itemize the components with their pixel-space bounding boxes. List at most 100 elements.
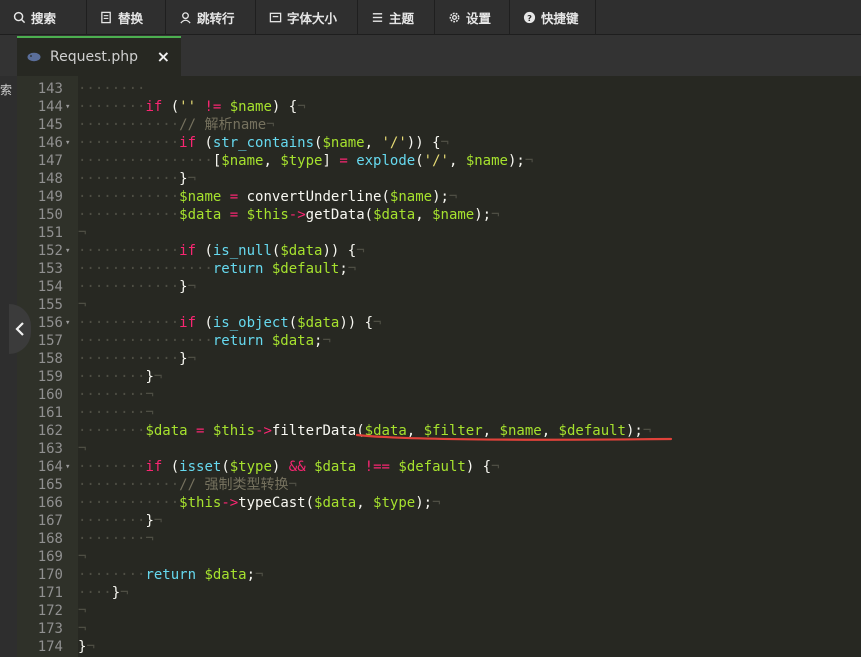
code-line[interactable]: 172 ¬ xyxy=(0,602,861,620)
line-number: 164 xyxy=(37,459,63,475)
code-token: ¬ xyxy=(187,279,197,295)
code-token: ( xyxy=(162,459,180,475)
code-line[interactable]: 164 ▾ ········if (isset($type) && $data !=… xyxy=(0,458,861,476)
code-line[interactable]: 150 ············$data = $this->getData($d… xyxy=(0,206,861,224)
code-text: ········¬ xyxy=(78,404,154,422)
code-token: $data xyxy=(179,207,222,223)
code-token: ¬ xyxy=(373,315,382,331)
code-line[interactable]: 155 ¬ xyxy=(0,296,861,314)
theme-label: 主题 xyxy=(389,11,415,26)
line-number: 148 xyxy=(37,171,63,187)
fold-arrow-icon[interactable]: ▾ xyxy=(65,242,70,260)
line-number: 172 xyxy=(37,603,63,619)
code-line[interactable]: 143 ········ xyxy=(0,80,861,98)
code-token: )) { xyxy=(322,243,357,259)
code-line[interactable]: 159 ········}¬ xyxy=(0,368,861,386)
code-token: ¬ xyxy=(432,495,441,511)
code-token: // 解析name xyxy=(179,117,267,133)
code-line[interactable]: 157 ················return $data;¬ xyxy=(0,332,861,350)
line-number: 154 xyxy=(37,279,63,295)
code-token: ( xyxy=(196,315,213,331)
line-number: 168 xyxy=(37,531,63,547)
theme-button[interactable]: 主题 xyxy=(358,0,435,35)
code-line[interactable]: 146 ▾ ············if (str_contains($name, … xyxy=(0,134,861,152)
code-token: !== xyxy=(364,459,390,475)
code-line[interactable]: 149 ············$name = convertUnderline(… xyxy=(0,188,861,206)
code-token: )) { xyxy=(339,315,374,331)
code-text: ········}¬ xyxy=(78,368,162,386)
shortcuts-button[interactable]: ? 快捷键 xyxy=(510,0,596,35)
replace-button[interactable]: 替换 xyxy=(87,0,166,35)
code-line[interactable]: 167 ········}¬ xyxy=(0,512,861,530)
code-token: ········¬ xyxy=(78,405,154,421)
code-line[interactable]: 147 ················[$name, $type] = expl… xyxy=(0,152,861,170)
shortcuts-label: 快捷键 xyxy=(541,11,579,26)
code-line[interactable]: 151 ¬ xyxy=(0,224,861,242)
font-size-button[interactable]: 字体大小 xyxy=(256,0,358,35)
code-line[interactable]: 169 ¬ xyxy=(0,548,861,566)
code-token: } xyxy=(145,513,154,529)
code-token: str_contains xyxy=(212,135,315,151)
code-line[interactable]: 166 ············$this->typeCast($data, $t… xyxy=(0,494,861,512)
code-token: return xyxy=(145,567,197,583)
code-text: ············if (is_null($data)) {¬ xyxy=(78,242,365,260)
code-token: $default xyxy=(271,261,340,277)
line-number: 170 xyxy=(37,567,63,583)
code-token: ············ xyxy=(78,207,180,223)
line-number: 143 xyxy=(37,81,63,97)
close-tab-button[interactable]: × xyxy=(157,47,170,66)
code-line[interactable]: 174}¬ xyxy=(0,638,861,656)
code-text: ¬ xyxy=(78,440,86,458)
code-token: } xyxy=(179,351,188,367)
code-token: = xyxy=(339,153,348,169)
code-token: } xyxy=(111,585,121,601)
gear-icon xyxy=(447,11,461,25)
code-line[interactable]: 154 ············}¬ xyxy=(0,278,861,296)
fold-arrow-icon[interactable]: ▾ xyxy=(65,314,70,332)
fold-arrow-icon[interactable]: ▾ xyxy=(65,98,70,116)
code-token: , xyxy=(356,495,374,511)
code-line[interactable]: 145 ············// 解析name¬ xyxy=(0,116,861,134)
code-token: ········ xyxy=(78,459,146,475)
code-token: ¬ xyxy=(187,171,197,187)
code-token: $type xyxy=(373,495,416,511)
code-line[interactable]: 170 ········return $data;¬ xyxy=(0,566,861,584)
line-number: 150 xyxy=(37,207,63,223)
code-token: } xyxy=(179,279,188,295)
code-text: ················[$name, $type] = explode… xyxy=(78,152,533,170)
code-token: ················ xyxy=(78,261,213,277)
code-line[interactable]: 156 ▾ ············if (is_object($data)) {¬ xyxy=(0,314,861,332)
fold-arrow-icon[interactable]: ▾ xyxy=(65,134,70,152)
code-token: ········ xyxy=(78,513,146,529)
code-line[interactable]: 152 ▾ ············if (is_null($data)) {¬ xyxy=(0,242,861,260)
code-line[interactable]: 144 ▾ ········if ('' != $name) {¬ xyxy=(0,98,861,116)
code-editor[interactable]: 索 143 ········ 144 ▾ ········if ('' != $name… xyxy=(0,76,861,657)
code-token: ········ xyxy=(78,567,146,583)
code-line[interactable]: 165 ············// 强制类型转换¬ xyxy=(0,476,861,494)
code-token: $data xyxy=(314,459,357,475)
code-line[interactable]: 168 ········¬ xyxy=(0,530,861,548)
code-line[interactable]: 161 ········¬ xyxy=(0,404,861,422)
code-token: ¬ xyxy=(288,477,297,493)
code-line[interactable]: 171 ····}¬ xyxy=(0,584,861,602)
line-number: 173 xyxy=(37,621,63,637)
code-token: $this xyxy=(246,207,289,223)
fold-arrow-icon[interactable]: ▾ xyxy=(65,458,70,476)
code-token: , xyxy=(263,153,281,169)
goto-line-button[interactable]: 跳转行 xyxy=(166,0,256,35)
code-token: $data xyxy=(271,333,315,349)
line-number: 166 xyxy=(37,495,63,511)
code-line[interactable]: 153 ················return $default;¬ xyxy=(0,260,861,278)
tab-request-php[interactable]: Request.php × xyxy=(17,36,181,76)
code-text: ········¬ xyxy=(78,530,154,548)
code-token: ············ xyxy=(78,495,180,511)
search-icon xyxy=(12,11,26,25)
code-line[interactable]: 148 ············}¬ xyxy=(0,170,861,188)
code-line[interactable]: 173 ¬ xyxy=(0,620,861,638)
code-line[interactable]: 158 ············}¬ xyxy=(0,350,861,368)
settings-button[interactable]: 设置 xyxy=(435,0,510,35)
search-button[interactable]: 搜索 xyxy=(0,0,87,35)
code-line[interactable]: 160 ········¬ xyxy=(0,386,861,404)
